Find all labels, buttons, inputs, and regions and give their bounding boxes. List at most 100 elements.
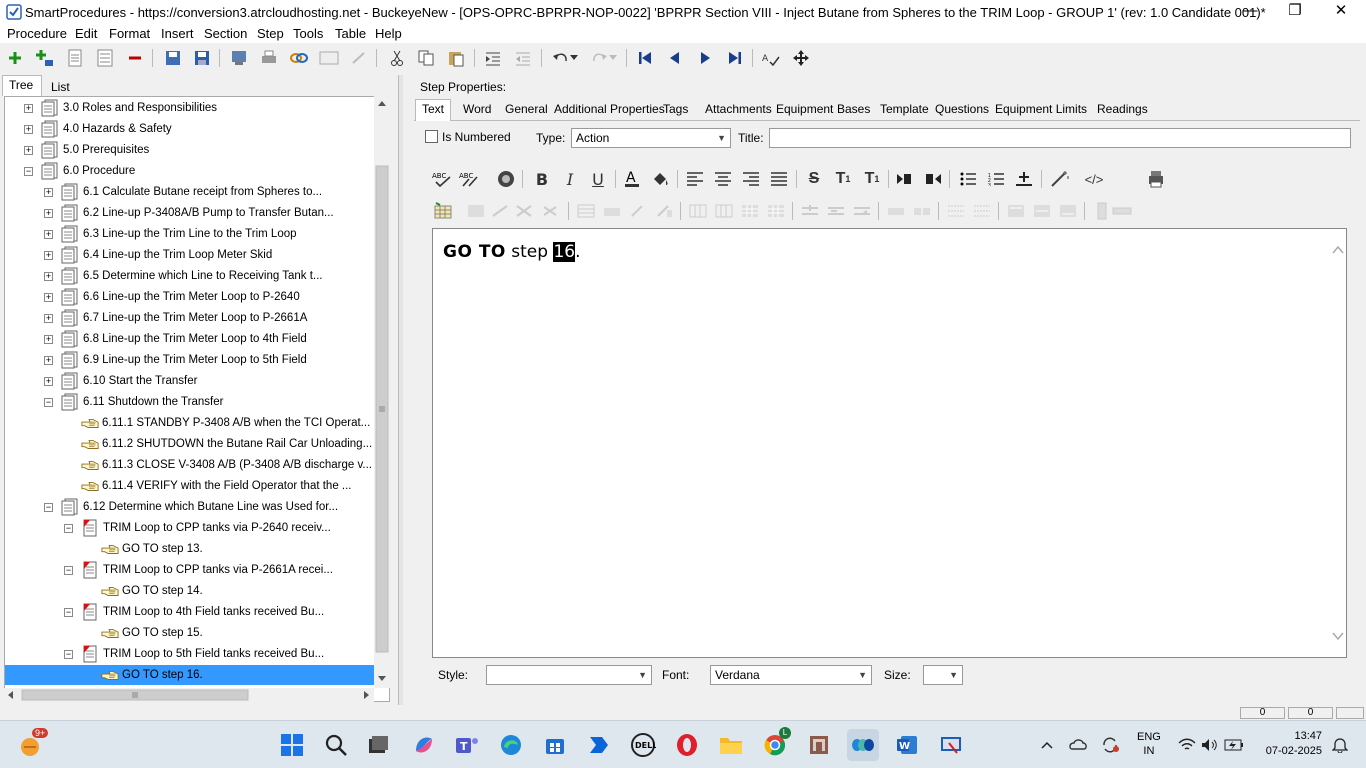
move-icon[interactable]: [790, 47, 812, 69]
menu-section[interactable]: Section: [204, 26, 247, 41]
tree-section-item[interactable]: +6.1 Calculate Butane receipt from Spher…: [44, 182, 322, 202]
menu-format[interactable]: Format: [109, 26, 150, 41]
insert-table-icon[interactable]: [431, 199, 455, 223]
tree-section-item[interactable]: +6.8 Line-up the Trim Meter Loop to 4th …: [44, 329, 307, 349]
delete-column-icon[interactable]: [738, 199, 762, 223]
add-icon[interactable]: [4, 47, 26, 69]
collapse-icon[interactable]: −: [64, 649, 73, 659]
expand-icon[interactable]: +: [44, 355, 53, 365]
subscript-icon[interactable]: T1: [860, 167, 884, 191]
insert-column-after-icon[interactable]: [712, 199, 736, 223]
search-icon[interactable]: [320, 729, 352, 761]
redo-dropdown-icon[interactable]: [607, 47, 619, 69]
expand-icon[interactable]: +: [44, 208, 53, 218]
procedure-tree[interactable]: +3.0 Roles and Responsibilities +4.0 Haza…: [4, 96, 390, 702]
cell-shading-icon[interactable]: [970, 199, 994, 223]
tab-attachments[interactable]: Attachments: [705, 102, 772, 116]
tree-section-item[interactable]: +5.0 Prerequisites: [24, 140, 149, 160]
tree-decision-item[interactable]: − TRIM Loop to CPP tanks via P-2661A rece…: [64, 560, 333, 580]
notifications-icon[interactable]: [1328, 729, 1352, 761]
outdent-icon[interactable]: [512, 47, 534, 69]
table-style-icon[interactable]: [652, 199, 676, 223]
file-explorer-icon[interactable]: [715, 729, 747, 761]
tree-decision-item[interactable]: − TRIM Loop to 4th Field tanks received B…: [64, 602, 324, 622]
expand-icon[interactable]: +: [24, 124, 33, 134]
tree-horizontal-scrollbar[interactable]: [4, 688, 374, 702]
tree-section-item[interactable]: +3.0 Roles and Responsibilities: [24, 98, 217, 118]
delete-icon[interactable]: [124, 47, 146, 69]
collapse-icon[interactable]: −: [24, 166, 33, 176]
link-icon[interactable]: [288, 47, 310, 69]
tree-step-item[interactable]: GO TO step 13.: [84, 539, 203, 559]
store-icon[interactable]: [539, 729, 571, 761]
italic-icon[interactable]: I: [558, 167, 582, 191]
tab-text[interactable]: Text: [415, 99, 452, 121]
menu-step[interactable]: Step: [257, 26, 284, 41]
insert-row-above-icon[interactable]: [798, 199, 822, 223]
print-icon[interactable]: [258, 47, 280, 69]
tab-additional-properties[interactable]: Additional Properties: [554, 102, 665, 116]
split-cells-icon[interactable]: [910, 199, 934, 223]
cell-align-bottom-icon[interactable]: [1056, 199, 1080, 223]
menu-tools[interactable]: Tools: [293, 26, 323, 41]
save-icon[interactable]: [191, 47, 213, 69]
editor-content[interactable]: GO TO step 16.: [443, 242, 581, 262]
chrome-icon[interactable]: L: [759, 727, 791, 761]
highlight-color-icon[interactable]: [648, 167, 672, 191]
tree-section-item[interactable]: +6.3 Line-up the Trim Line to the Trim L…: [44, 224, 297, 244]
publish-icon[interactable]: [228, 47, 250, 69]
insert-line-icon[interactable]: [1012, 167, 1036, 191]
battery-icon[interactable]: [1222, 729, 1246, 761]
row-height-icon[interactable]: [1110, 199, 1134, 223]
word-icon[interactable]: W: [891, 729, 923, 761]
tree-step-item[interactable]: 6.11.3 CLOSE V-3408 A/B (P-3408 A/B disc…: [64, 455, 372, 475]
language-indicator[interactable]: ENG IN: [1137, 730, 1161, 758]
increase-indent-icon[interactable]: [893, 167, 917, 191]
theme-icon[interactable]: [494, 167, 518, 191]
collapse-icon[interactable]: −: [44, 502, 53, 512]
tree-step-item[interactable]: GO TO step 15.: [84, 623, 203, 643]
next-step-icon[interactable]: [694, 47, 716, 69]
spellcheck-auto-icon[interactable]: ABC: [459, 167, 483, 191]
cut-icon[interactable]: [386, 47, 408, 69]
table-row-props-icon[interactable]: [600, 199, 624, 223]
tree-section-item[interactable]: +6.9 Line-up the Trim Meter Loop to 5th …: [44, 350, 307, 370]
expand-icon[interactable]: +: [44, 313, 53, 323]
menu-insert[interactable]: Insert: [161, 26, 194, 41]
expand-icon[interactable]: +: [44, 334, 53, 344]
table-merge-icon[interactable]: [488, 199, 512, 223]
collapse-icon[interactable]: −: [64, 607, 73, 617]
tab-questions[interactable]: Questions: [935, 102, 989, 116]
undo-dropdown-icon[interactable]: [568, 47, 580, 69]
collapse-icon[interactable]: −: [64, 523, 73, 533]
cell-align-middle-icon[interactable]: [1030, 199, 1054, 223]
volume-icon[interactable]: [1199, 729, 1221, 761]
table-props-icon[interactable]: [574, 199, 598, 223]
tree-section-item[interactable]: +4.0 Hazards & Safety: [24, 119, 172, 139]
wifi-icon[interactable]: [1176, 729, 1198, 761]
form-icon[interactable]: [318, 47, 340, 69]
vpn-icon[interactable]: [1064, 729, 1092, 761]
tab-tree[interactable]: Tree: [9, 78, 33, 92]
clock[interactable]: 13:47 07-02-2025: [1254, 729, 1322, 759]
tree-step-item[interactable]: 6.11.1 STANDBY P-3408 A/B when the TCI O…: [64, 413, 370, 433]
table-cell-props-icon[interactable]: [626, 199, 650, 223]
show-hidden-icons-icon[interactable]: [1034, 729, 1060, 761]
align-left-icon[interactable]: [683, 167, 707, 191]
outline-icon[interactable]: [64, 47, 86, 69]
tab-equipment[interactable]: Equipment: [776, 102, 833, 116]
sync-icon[interactable]: [1096, 729, 1124, 761]
expand-icon[interactable]: +: [44, 292, 53, 302]
tree-step-item[interactable]: 6.11.4 VERIFY with the Field Operator th…: [64, 476, 352, 496]
tree-decision-item[interactable]: − TRIM Loop to CPP tanks via P-2640 recei…: [64, 518, 331, 538]
spellcheck-icon[interactable]: ABC: [431, 167, 455, 191]
tab-word[interactable]: Word: [463, 102, 491, 116]
html-source-icon[interactable]: </>: [1082, 167, 1106, 191]
copy-icon[interactable]: [415, 47, 437, 69]
font-select[interactable]: Verdana ▼: [710, 665, 872, 685]
tree-section-item[interactable]: +6.7 Line-up the Trim Meter Loop to P-26…: [44, 308, 307, 328]
opera-icon[interactable]: [671, 729, 703, 761]
tree-section-item[interactable]: +6.10 Start the Transfer: [44, 371, 197, 391]
tree-step-item[interactable]: GO TO step 16.: [5, 665, 375, 685]
tree-decision-item[interactable]: − TRIM Loop to 5th Field tanks received B…: [64, 644, 324, 664]
